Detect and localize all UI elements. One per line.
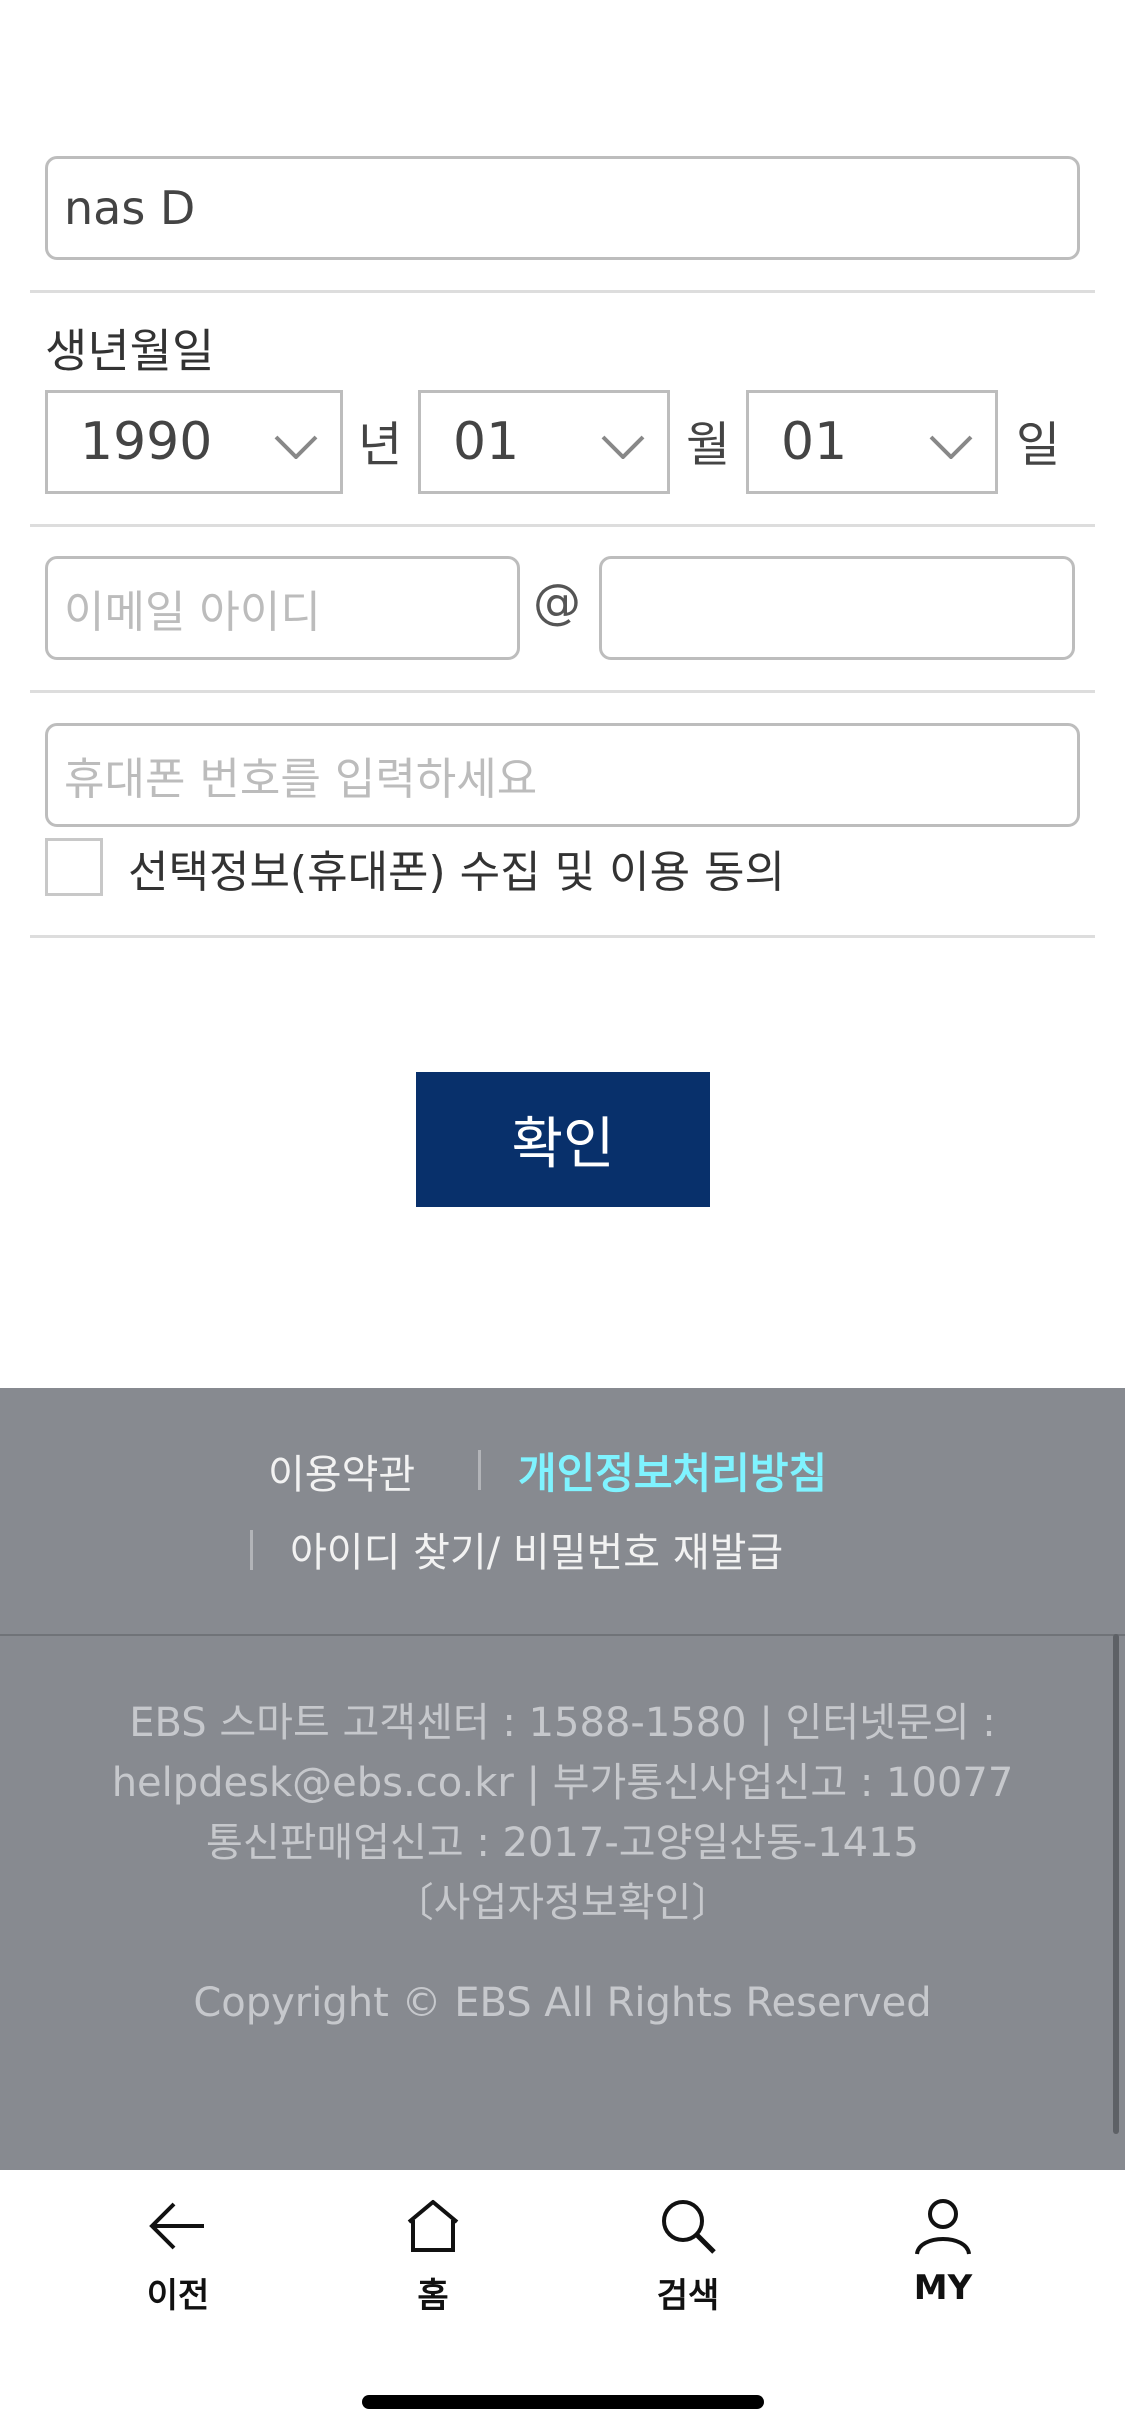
email-id-placeholder: 이메일 아이디 — [64, 587, 321, 638]
user-icon — [915, 2199, 971, 2255]
copyright: Copyright © EBS All Rights Reserved — [193, 1980, 932, 2026]
day-select-value: 01 — [781, 412, 848, 472]
tab-search-label: 검색 — [656, 2276, 720, 2316]
consent-label[interactable]: 선택정보(휴대폰) 수집 및 이용 동의 — [128, 836, 785, 900]
month-unit: 월 — [686, 417, 731, 473]
day-select[interactable]: 01 — [746, 390, 998, 494]
email-id-input[interactable]: 이메일 아이디 — [45, 556, 520, 660]
name-input-value: nas D — [64, 181, 196, 235]
tab-my-label: MY — [913, 2268, 973, 2308]
separator — [250, 1530, 253, 1570]
tab-search[interactable]: 검색 — [598, 2194, 778, 2354]
separator — [478, 1450, 481, 1490]
customer-center-info: EBS 스마트 고객센터 : 1588-1580 | 인터넷문의 : — [129, 1700, 996, 1746]
month-select[interactable]: 01 — [418, 390, 670, 494]
chevron-down-icon — [929, 435, 973, 459]
divider — [30, 524, 1095, 527]
terms-link[interactable]: 이용약관 — [268, 1442, 415, 1500]
business-info-link[interactable]: 〔사업자정보확인〕 — [0, 1870, 1125, 1928]
tab-my[interactable]: MY — [853, 2194, 1033, 2354]
search-icon — [662, 2200, 716, 2254]
name-input[interactable]: nas D — [45, 156, 1080, 260]
tab-home-label: 홈 — [417, 2276, 449, 2316]
phone-input[interactable]: 휴대폰 번호를 입력하세요 — [45, 723, 1080, 827]
footer-divider — [0, 1634, 1125, 1636]
tab-back[interactable]: 이전 — [88, 2194, 268, 2354]
privacy-policy-link[interactable]: 개인정보처리방침 — [518, 1440, 827, 1501]
helpdesk-info: helpdesk@ebs.co.kr | 부가통신사업신고 : 10077 — [111, 1760, 1014, 1806]
footer: 이용약관 개인정보처리방침 아이디 찾기/ 비밀번호 재발급 EBS 스마트 고… — [0, 1388, 1125, 2170]
year-select-value: 1990 — [80, 412, 213, 472]
arrow-left-icon — [149, 2202, 204, 2250]
chevron-down-icon — [274, 435, 318, 459]
birth-label: 생년월일 — [45, 324, 215, 378]
tab-home[interactable]: 홈 — [343, 2194, 523, 2354]
divider — [30, 290, 1095, 293]
mail-order-info: 통신판매업신고 : 2017-고양일산동-1415 — [206, 1820, 919, 1866]
home-indicator — [362, 2395, 764, 2409]
confirm-button[interactable]: 확인 — [416, 1072, 710, 1207]
tab-back-label: 이전 — [146, 2276, 210, 2316]
consent-checkbox[interactable] — [45, 838, 103, 896]
home-icon — [407, 2200, 459, 2252]
divider — [30, 935, 1095, 938]
email-domain-input[interactable] — [599, 556, 1075, 660]
find-account-link[interactable]: 아이디 찾기/ 비밀번호 재발급 — [290, 1520, 783, 1578]
divider — [30, 690, 1095, 693]
phone-placeholder: 휴대폰 번호를 입력하세요 — [64, 754, 538, 805]
chevron-down-icon — [601, 435, 645, 459]
day-unit: 일 — [1016, 417, 1061, 473]
year-select[interactable]: 1990 — [45, 390, 343, 494]
year-unit: 년 — [358, 417, 403, 473]
month-select-value: 01 — [453, 412, 520, 472]
email-at-sign: @ — [533, 574, 581, 630]
